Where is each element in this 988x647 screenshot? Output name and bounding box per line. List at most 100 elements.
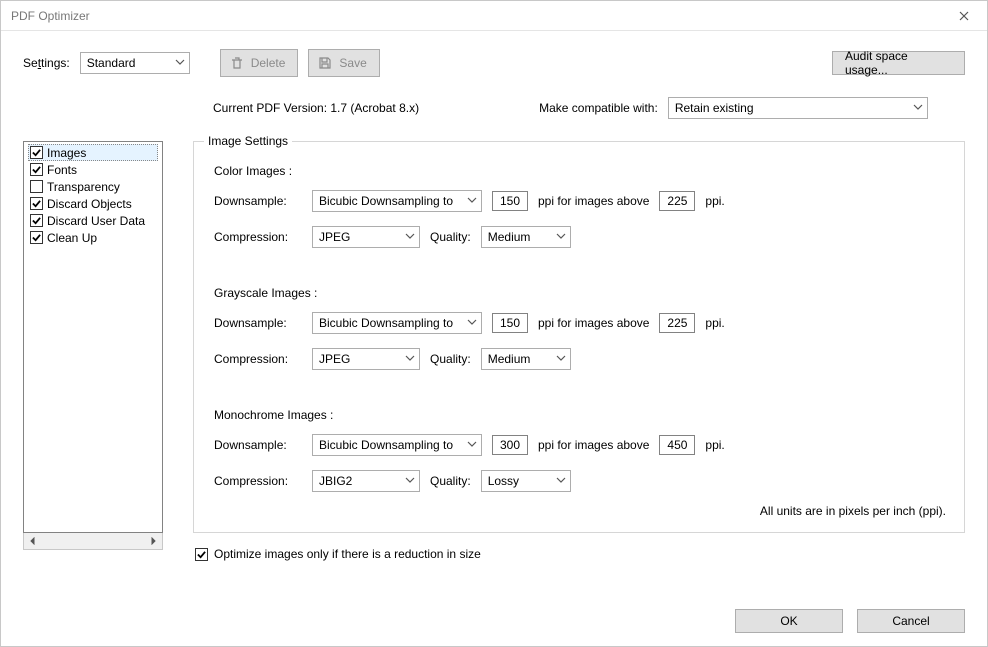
save-preset-button[interactable]: Save (308, 49, 379, 77)
cancel-label: Cancel (892, 614, 929, 628)
gray-quality-value: Medium (488, 352, 531, 366)
check-icon (32, 233, 41, 242)
category-sidebar-wrap: ImagesFonts Transparency Discard Objects Di… (23, 141, 163, 633)
sidebar-checkbox[interactable] (30, 180, 43, 193)
color-dpi-input[interactable]: 150 (492, 191, 528, 211)
scroll-left-icon (26, 534, 40, 548)
sidebar-checkbox[interactable] (30, 214, 43, 227)
save-icon (317, 55, 333, 71)
mono-downsample-label: Downsample: (214, 438, 302, 452)
check-icon (197, 550, 206, 559)
optimize-only-row: Optimize images only if there is a reduc… (193, 547, 965, 561)
check-icon (32, 148, 41, 157)
dialog-footer: OK Cancel (193, 585, 965, 633)
close-button[interactable] (941, 1, 987, 31)
mono-images-title: Monochrome Images : (214, 408, 946, 422)
sidebar-checkbox[interactable] (30, 231, 43, 244)
gray-compression-label: Compression: (214, 352, 302, 366)
color-quality-label: Quality: (430, 230, 471, 244)
gray-quality-select[interactable]: Medium (481, 348, 571, 370)
compat-select[interactable]: Retain existing (668, 97, 928, 119)
ppi-unit: ppi. (705, 316, 724, 330)
color-quality-select[interactable]: Medium (481, 226, 571, 248)
mono-downsample-row: Downsample: Bicubic Downsampling to 300 … (214, 432, 946, 458)
sidebar-item-images[interactable]: Images (28, 144, 158, 161)
optimize-only-label: Optimize images only if there is a reduc… (214, 547, 481, 561)
mono-dpi-input[interactable]: 300 (492, 435, 528, 455)
mono-compression-value: JBIG2 (319, 474, 352, 488)
sidebar-item-clean-up[interactable]: Clean Up (28, 229, 158, 246)
ok-button[interactable]: OK (735, 609, 843, 633)
sidebar-item-fonts[interactable]: Fonts (28, 161, 158, 178)
gray-downsample-select[interactable]: Bicubic Downsampling to (312, 312, 482, 334)
color-downsample-select[interactable]: Bicubic Downsampling to (312, 190, 482, 212)
sidebar-item-discard-objects[interactable]: Discard Objects (28, 195, 158, 212)
gray-above-dpi-input[interactable]: 225 (659, 313, 695, 333)
chevron-down-icon (467, 316, 477, 330)
optimize-only-checkbox[interactable] (195, 548, 208, 561)
sidebar-item-label: Clean Up (47, 231, 97, 245)
chevron-down-icon (405, 230, 415, 244)
sidebar-checkbox[interactable] (30, 197, 43, 210)
compat-value: Retain existing (675, 101, 754, 115)
mono-compression-select[interactable]: JBIG2 (312, 470, 420, 492)
color-compression-value: JPEG (319, 230, 350, 244)
sidebar-item-label: Transparency (47, 180, 120, 194)
audit-label: Audit space usage... (845, 49, 952, 77)
check-icon (32, 199, 41, 208)
sidebar-item-label: Discard Objects (47, 197, 132, 211)
compat-label: Make compatible with: (539, 101, 658, 115)
chevron-down-icon (467, 194, 477, 208)
dialog-window: PDF Optimizer Settings: Standard Delete … (0, 0, 988, 647)
settings-label: Settings: (23, 56, 70, 70)
check-icon (32, 216, 41, 225)
color-downsample-label: Downsample: (214, 194, 302, 208)
sidebar-hscrollbar[interactable] (23, 533, 163, 550)
gray-downsample-label: Downsample: (214, 316, 302, 330)
color-compression-select[interactable]: JPEG (312, 226, 420, 248)
color-downsample-value: Bicubic Downsampling to (319, 194, 453, 208)
sidebar-item-discard-user-data[interactable]: Discard User Data (28, 212, 158, 229)
mono-downsample-select[interactable]: Bicubic Downsampling to (312, 434, 482, 456)
close-icon (959, 11, 969, 21)
settings-panel: Image Settings Color Images : Downsample… (193, 141, 965, 633)
gray-above-label: ppi for images above (538, 316, 649, 330)
color-above-dpi-input[interactable]: 225 (659, 191, 695, 211)
gray-quality-label: Quality: (430, 352, 471, 366)
mono-above-dpi-input[interactable]: 450 (659, 435, 695, 455)
window-title: PDF Optimizer (11, 9, 941, 23)
chevron-down-icon (913, 101, 923, 115)
sidebar-item-label: Discard User Data (47, 214, 145, 228)
mono-quality-select[interactable]: Lossy (481, 470, 571, 492)
settings-preset-select[interactable]: Standard (80, 52, 190, 74)
sidebar-checkbox[interactable] (30, 146, 43, 159)
settings-preset-value: Standard (87, 56, 136, 70)
check-icon (32, 165, 41, 174)
cancel-button[interactable]: Cancel (857, 609, 965, 633)
ok-label: OK (780, 614, 797, 628)
title-bar: PDF Optimizer (1, 1, 987, 31)
gray-compression-row: Compression: JPEG Quality: Medium (214, 346, 946, 372)
scroll-right-icon (146, 534, 160, 548)
delete-preset-button[interactable]: Delete (220, 49, 299, 77)
chevron-down-icon (175, 56, 185, 70)
chevron-down-icon (405, 352, 415, 366)
mono-quality-label: Quality: (430, 474, 471, 488)
gray-dpi-input[interactable]: 150 (492, 313, 528, 333)
audit-space-button[interactable]: Audit space usage... (832, 51, 965, 75)
mono-quality-value: Lossy (488, 474, 519, 488)
color-above-label: ppi for images above (538, 194, 649, 208)
body: ImagesFonts Transparency Discard Objects Di… (23, 141, 965, 633)
sidebar-item-transparency[interactable]: Transparency (28, 178, 158, 195)
content-area: Settings: Standard Delete Save Audit spa… (1, 31, 987, 647)
chevron-down-icon (556, 352, 566, 366)
gray-compression-select[interactable]: JPEG (312, 348, 420, 370)
ppi-unit: ppi. (705, 438, 724, 452)
gray-downsample-row: Downsample: Bicubic Downsampling to 150 … (214, 310, 946, 336)
color-downsample-row: Downsample: Bicubic Downsampling to 150 … (214, 188, 946, 214)
compat-group: Make compatible with: Retain existing (539, 97, 928, 119)
image-settings-group: Image Settings Color Images : Downsample… (193, 141, 965, 533)
pdf-version-text: Current PDF Version: 1.7 (Acrobat 8.x) (213, 101, 419, 115)
category-sidebar[interactable]: ImagesFonts Transparency Discard Objects Di… (23, 141, 163, 533)
sidebar-checkbox[interactable] (30, 163, 43, 176)
